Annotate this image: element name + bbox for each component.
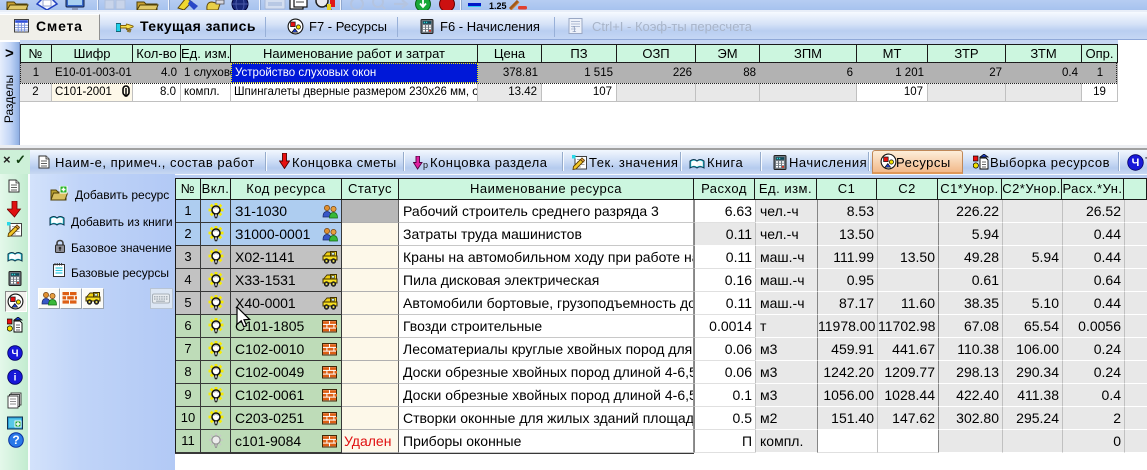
svg-text:Ч: Ч <box>11 349 18 360</box>
svg-text:1: 1 <box>572 25 577 34</box>
svg-text:p: p <box>423 160 428 170</box>
svg-text:i: i <box>14 373 17 384</box>
svg-text:?: ? <box>12 433 19 447</box>
svg-text:Ч: Ч <box>1132 157 1140 169</box>
